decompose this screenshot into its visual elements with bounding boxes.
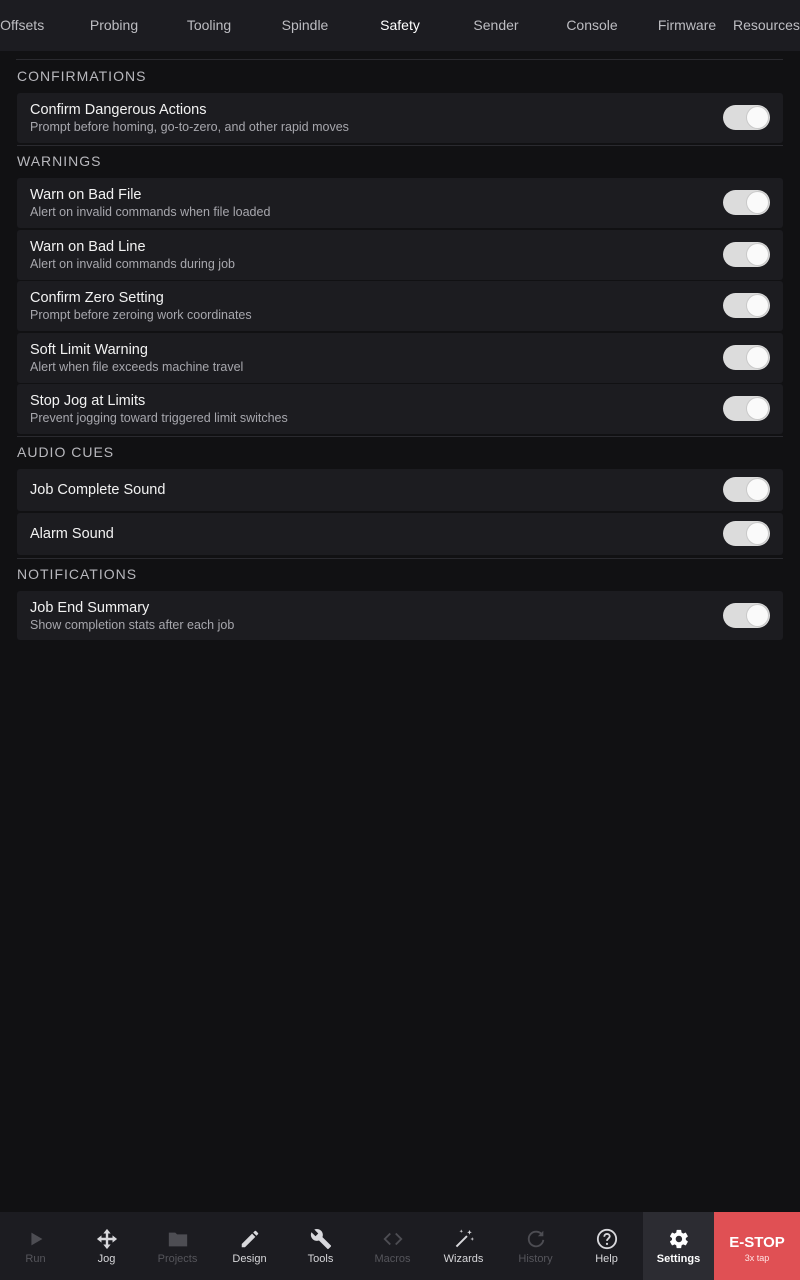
play-icon [0,1228,71,1250]
setting-row-warn-bad-line[interactable]: Warn on Bad Line Alert on invalid comman… [17,230,783,280]
toggle-switch[interactable] [723,105,770,130]
estop-button[interactable]: E-STOP 3x tap [714,1212,800,1280]
toggle-knob [747,479,768,500]
tab-work-offsets[interactable]: Work Offsets [0,0,52,51]
help-circle-icon [571,1228,642,1250]
toggle-switch[interactable] [723,190,770,215]
setting-row-soft-limit-warning[interactable]: Soft Limit Warning Alert when file excee… [17,333,783,383]
section-divider [17,436,783,437]
nav-label: Help [595,1253,618,1265]
setting-title: Confirm Dangerous Actions [30,102,207,118]
setting-title: Warn on Bad Line [30,239,146,255]
nav-label: Macros [374,1253,411,1265]
estop-label: E-STOP [729,1234,785,1251]
toggle-switch[interactable] [723,345,770,370]
tab-spindle[interactable]: Spindle [257,0,353,51]
nav-tools[interactable]: Tools [285,1212,356,1280]
section-title-warnings: WARNINGS [17,153,102,169]
nav-settings[interactable]: Settings [643,1212,714,1280]
setting-title: Stop Jog at Limits [30,393,146,409]
setting-row-alarm-sound[interactable]: Alarm Sound [17,513,783,555]
setting-row-stop-jog-at-limits[interactable]: Stop Jog at Limits Prevent jogging towar… [17,384,783,434]
content-top-divider [16,59,783,60]
section-title-audio-cues: AUDIO CUES [17,444,115,460]
toggle-knob [747,398,768,419]
section-divider [17,145,783,146]
setting-row-warn-bad-file[interactable]: Warn on Bad File Alert on invalid comman… [17,178,783,228]
setting-row-job-complete-sound[interactable]: Job Complete Sound [17,469,783,511]
setting-subtitle: Prevent jogging toward triggered limit s… [30,411,288,425]
toggle-switch[interactable] [723,396,770,421]
nav-help[interactable]: Help [571,1212,642,1280]
toggle-switch[interactable] [723,242,770,267]
folder-icon [142,1228,213,1250]
tab-console[interactable]: Console [544,0,640,51]
section-divider [17,558,783,559]
tab-safety[interactable]: Safety [352,0,448,51]
nav-projects[interactable]: Projects [142,1212,213,1280]
nav-label: History [518,1253,553,1265]
toggle-knob [747,347,768,368]
toggle-knob [747,295,768,316]
toggle-switch[interactable] [723,521,770,546]
toggle-knob [747,523,768,544]
gear-icon [643,1228,714,1250]
nav-label: Wizards [443,1253,484,1265]
nav-label: Design [232,1253,267,1265]
setting-title: Warn on Bad File [30,187,142,203]
nav-label: Tools [307,1253,334,1265]
nav-run[interactable]: Run [0,1212,71,1280]
toggle-switch[interactable] [723,477,770,502]
nav-label: Run [25,1253,46,1265]
setting-subtitle: Alert on invalid commands during job [30,257,235,271]
nav-label: Jog [97,1253,116,1265]
nav-wizards[interactable]: Wizards [428,1212,499,1280]
setting-subtitle: Alert when file exceeds machine travel [30,360,244,374]
tab-tooling[interactable]: Tooling [161,0,257,51]
toggle-switch[interactable] [723,603,770,628]
setting-title: Confirm Zero Setting [30,290,164,306]
setting-subtitle: Prompt before zeroing work coordinates [30,308,252,322]
tab-probing[interactable]: Probing [66,0,162,51]
wrench-icon [285,1228,356,1250]
setting-title: Job End Summary [30,600,150,616]
setting-title: Soft Limit Warning [30,342,148,358]
setting-row-job-end-summary[interactable]: Job End Summary Show completion stats af… [17,591,783,640]
code-brackets-icon [357,1228,428,1250]
nav-design[interactable]: Design [214,1212,285,1280]
refresh-icon [500,1228,571,1250]
toggle-knob [747,107,768,128]
section-title-confirmations: CONFIRMATIONS [17,68,147,84]
pencil-icon [214,1228,285,1250]
tab-resources[interactable]: Resources [733,0,800,51]
tab-strip: Work Offsets Probing Tooling Spindle Saf… [0,0,800,51]
nav-history[interactable]: History [500,1212,571,1280]
move-arrows-icon [71,1228,142,1250]
setting-subtitle: Show completion stats after each job [30,618,235,632]
tab-sender[interactable]: Sender [448,0,544,51]
toggle-knob [747,244,768,265]
nav-label: Projects [157,1253,198,1265]
top-tab-bar: Work Offsets Probing Tooling Spindle Saf… [0,0,800,51]
setting-subtitle: Prompt before homing, go-to-zero, and ot… [30,120,349,134]
section-title-notifications: NOTIFICATIONS [17,566,138,582]
bottom-nav-bar: Run Jog Projects Design Tools Macros Wiz… [0,1212,800,1280]
setting-row-confirm-zero-setting[interactable]: Confirm Zero Setting Prompt before zeroi… [17,281,783,331]
setting-title: Job Complete Sound [30,482,166,498]
setting-subtitle: Alert on invalid commands when file load… [30,205,271,219]
nav-jog[interactable]: Jog [71,1212,142,1280]
toggle-knob [747,192,768,213]
nav-label: Settings [656,1253,701,1265]
tab-firmware[interactable]: Firmware [639,0,735,51]
magic-wand-icon [428,1228,499,1250]
setting-title: Alarm Sound [30,526,114,542]
toggle-switch[interactable] [723,293,770,318]
setting-row-confirm-dangerous-actions[interactable]: Confirm Dangerous Actions Prompt before … [17,93,783,143]
nav-macros[interactable]: Macros [357,1212,428,1280]
toggle-knob [747,605,768,626]
estop-hint: 3x tap [744,1253,770,1263]
